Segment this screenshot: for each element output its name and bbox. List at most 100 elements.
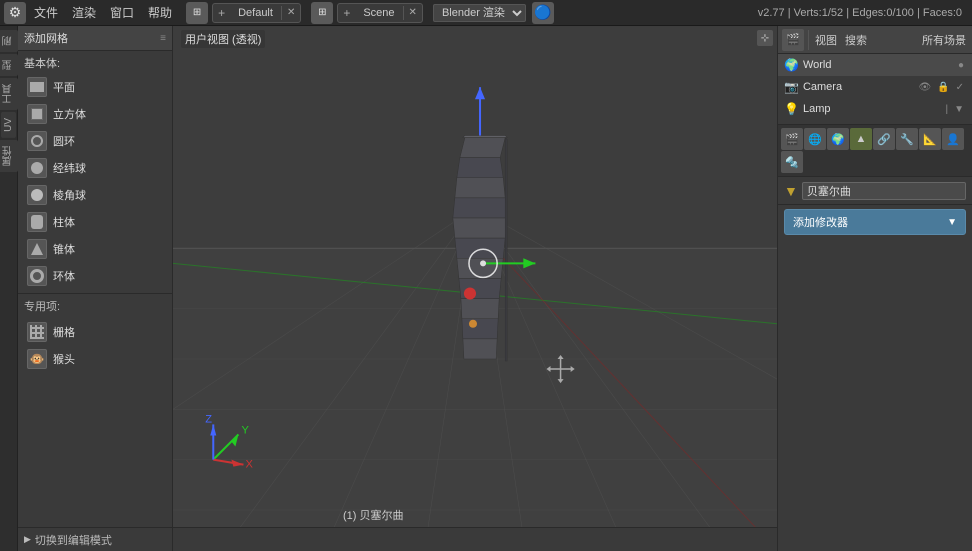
sidebar-item-torus[interactable]: 环体 xyxy=(21,263,169,289)
cone-icon xyxy=(27,239,47,259)
rp-sep-1 xyxy=(808,30,809,50)
monkey-label: 猴头 xyxy=(53,351,75,367)
camera-action-2[interactable]: 🔒 xyxy=(935,81,951,94)
icosphere-label: 棱角球 xyxy=(53,187,86,203)
props-name-input[interactable] xyxy=(802,182,966,200)
tab-add-2[interactable]: + xyxy=(338,5,355,21)
menu-window[interactable]: 窗口 xyxy=(104,2,140,23)
sidebar-item-circle[interactable]: 圆环 xyxy=(21,128,169,154)
svg-text:Z: Z xyxy=(205,413,212,425)
camera-label: Camera xyxy=(803,81,913,93)
top-bar: ⚙ 文件 渲染 窗口 帮助 ⊞ + Default ✕ ⊞ + Scene ✕ … xyxy=(0,0,972,26)
sidebar-item-cube[interactable]: 立方体 xyxy=(21,101,169,127)
torus-icon xyxy=(27,266,47,286)
camera-actions: 👁 🔒 ✓ xyxy=(916,81,966,94)
props-tab-scene[interactable]: 🌐 xyxy=(804,128,826,150)
scene-item-camera[interactable]: 📷 Camera 👁 🔒 ✓ xyxy=(778,76,972,98)
world-label: World xyxy=(803,59,952,71)
vtab-shape[interactable]: 型 xyxy=(0,54,18,76)
tab-close-1[interactable]: ✕ xyxy=(282,6,300,19)
vtab-brush[interactable]: 刷 xyxy=(0,30,18,52)
sidebar-header: 添加网格 ≡ xyxy=(18,26,172,51)
edit-mode-toggle[interactable]: 切换到编辑模式 xyxy=(18,527,172,551)
cylinder-icon xyxy=(27,212,47,232)
svg-text:X: X xyxy=(245,459,253,471)
sidebar-item-monkey[interactable]: 🐵 猴头 xyxy=(21,346,169,372)
search-label[interactable]: 搜索 xyxy=(841,32,871,48)
props-tab-material[interactable]: 👤 xyxy=(942,128,964,150)
tab-group-default: + Default ✕ xyxy=(212,3,301,23)
sidebar-item-plane[interactable]: 平面 xyxy=(21,74,169,100)
props-object-header: ▼ xyxy=(778,177,972,205)
lamp-action-1[interactable]: | xyxy=(943,103,950,116)
world-actions: ● xyxy=(956,59,966,72)
circle-icon xyxy=(27,131,47,151)
scene-item-world[interactable]: 🌍 World ● xyxy=(778,54,972,76)
all-scenes-label[interactable]: 所有场景 xyxy=(920,32,968,48)
world-icon: 🌍 xyxy=(784,58,799,72)
engine-selector[interactable]: Blender 渲染 Cycles 渲染 xyxy=(433,4,526,22)
view-label: 视图 xyxy=(813,32,839,48)
vtab-uv[interactable]: UV xyxy=(1,112,16,138)
tab-group-scene: + Scene ✕ xyxy=(337,3,423,23)
tab-add-1[interactable]: + xyxy=(213,5,230,21)
viewport-title: 用户视图 (透视) xyxy=(181,30,265,48)
right-panel-header: 🎬 视图 搜索 所有场景 xyxy=(778,26,972,54)
sidebar-handle[interactable]: ≡ xyxy=(160,33,166,44)
sidebar-item-uvsphere[interactable]: 经纬球 xyxy=(21,155,169,181)
screen-icon-2[interactable]: ⊞ xyxy=(311,2,333,24)
section-basic-title: 基本体: xyxy=(18,51,172,73)
right-panel: 🎬 视图 搜索 所有场景 🌍 World ● 📷 Camera 👁 🔒 ✓ 💡 xyxy=(777,26,972,551)
cube-label: 立方体 xyxy=(53,106,86,122)
svg-text:Y: Y xyxy=(241,424,249,436)
section-special-title: 专用项: xyxy=(18,293,172,318)
circle-label: 圆环 xyxy=(53,133,75,149)
tab-scene[interactable]: Scene xyxy=(355,6,403,20)
cube-icon xyxy=(27,104,47,124)
tab-close-2[interactable]: ✕ xyxy=(404,6,422,19)
props-tab-modifiers[interactable]: 🔧 xyxy=(896,128,918,150)
viewport-bottom-bar xyxy=(173,527,777,551)
vtab-tools[interactable]: 工具 xyxy=(0,78,18,110)
blender-icon[interactable]: ⚙ xyxy=(4,2,26,24)
props-tab-constraints[interactable]: 🔗 xyxy=(873,128,895,150)
world-action-btn[interactable]: ● xyxy=(956,59,966,72)
lamp-actions: | ▼ xyxy=(943,103,966,116)
props-tab-particles[interactable]: 🔩 xyxy=(781,151,803,173)
tab-default[interactable]: Default xyxy=(230,6,282,20)
sidebar-item-icosphere[interactable]: 棱角球 xyxy=(21,182,169,208)
menu-file[interactable]: 文件 xyxy=(28,2,64,23)
uvsphere-label: 经纬球 xyxy=(53,160,86,176)
props-tab-world[interactable]: 🌍 xyxy=(827,128,849,150)
object-label: (1) 贝塞尔曲 xyxy=(343,507,404,523)
props-tab-render[interactable]: 🎬 xyxy=(781,128,803,150)
screen-icon-1[interactable]: ⊞ xyxy=(186,2,208,24)
grid-icon xyxy=(27,322,47,342)
props-tab-object[interactable]: ▲ xyxy=(850,128,872,150)
torus-label: 环体 xyxy=(53,268,75,284)
scene-btn[interactable]: 🎬 xyxy=(782,29,804,51)
props-tab-data[interactable]: 📐 xyxy=(919,128,941,150)
viewport-grid: Y X Z xyxy=(173,26,777,551)
scene-item-lamp[interactable]: 💡 Lamp | ▼ xyxy=(778,98,972,120)
main-content: 刷 型 工具 UV 属性 添加网格 ≡ 基本体: 平面 立方体 圆环 xyxy=(0,26,972,551)
monkey-icon: 🐵 xyxy=(27,349,47,369)
camera-action-1[interactable]: 👁 xyxy=(916,81,933,94)
lamp-action-2[interactable]: ▼ xyxy=(952,103,966,116)
sidebar-item-cone[interactable]: 锥体 xyxy=(21,236,169,262)
blender-sphere-icon[interactable]: 🔵 xyxy=(532,2,554,24)
sidebar-item-grid[interactable]: 栅格 xyxy=(21,319,169,345)
props-tabs: 🎬 🌐 🌍 ▲ 🔗 🔧 📐 👤 🔩 xyxy=(778,125,972,177)
add-modifier-button[interactable]: 添加修改器 ▼ xyxy=(784,209,966,235)
vtab-props[interactable]: 属性 xyxy=(0,140,18,172)
version-info: v2.77 | Verts:1/52 | Edges:0/100 | Faces… xyxy=(758,7,968,19)
grid-label: 栅格 xyxy=(53,324,75,340)
vertical-tabs-panel: 刷 型 工具 UV 属性 xyxy=(0,26,18,551)
viewport-3d[interactable]: Y X Z 用户视图 (透视) ⊹ (1) 贝塞尔曲 xyxy=(173,26,777,551)
props-object-icon: ▼ xyxy=(784,183,798,199)
sidebar-item-cylinder[interactable]: 柱体 xyxy=(21,209,169,235)
menu-render[interactable]: 渲染 xyxy=(66,2,102,23)
camera-action-3[interactable]: ✓ xyxy=(954,81,966,94)
menu-help[interactable]: 帮助 xyxy=(142,2,178,23)
sidebar-title: 添加网格 xyxy=(24,30,68,46)
